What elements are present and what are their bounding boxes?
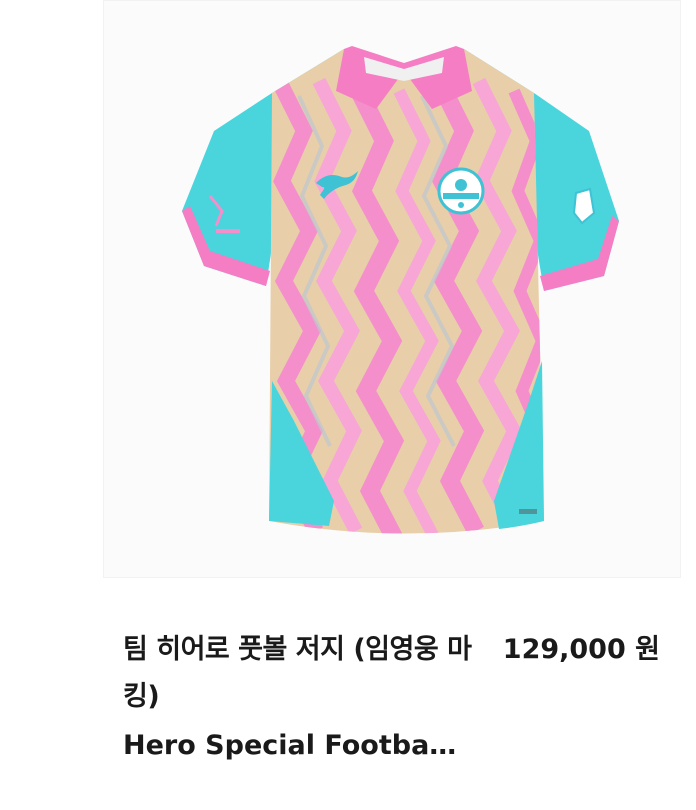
title-row: 팀 히어로 풋볼 저지 (임영웅 마킹) 129,000 원 xyxy=(123,626,668,720)
team-crest-badge xyxy=(437,167,485,215)
product-image[interactable] xyxy=(103,0,681,578)
jersey-illustration xyxy=(182,46,619,534)
product-title-english[interactable]: Hero Special Footba… xyxy=(123,722,668,769)
hem-label xyxy=(519,509,537,514)
product-card[interactable]: 팀 히어로 풋볼 저지 (임영웅 마킹) 129,000 원 Hero Spec… xyxy=(0,0,696,810)
product-info: 팀 히어로 풋볼 저지 (임영웅 마킹) 129,000 원 Hero Spec… xyxy=(123,626,668,769)
product-price: 129,000 원 xyxy=(502,634,660,665)
product-title-korean[interactable]: 팀 히어로 풋볼 저지 (임영웅 마킹) xyxy=(123,626,475,720)
